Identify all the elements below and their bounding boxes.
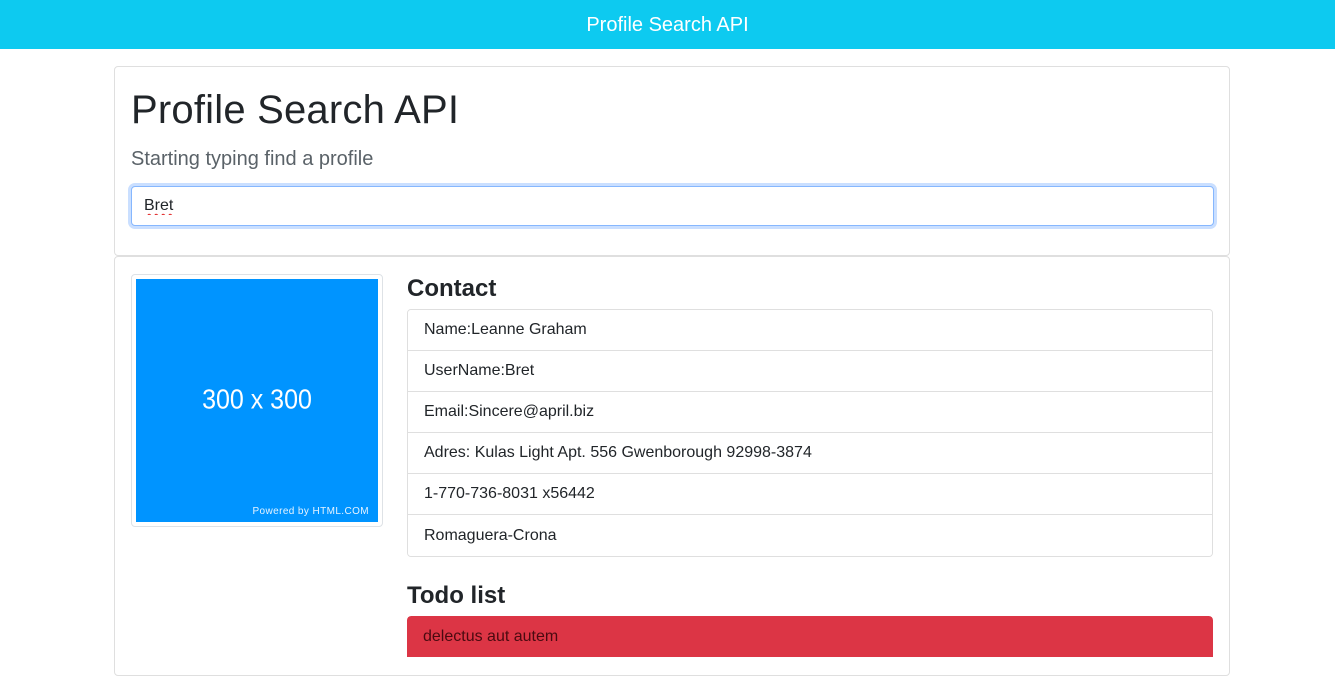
avatar-placeholder-image: 300 x 300 Powered by HTML.COM (136, 279, 378, 522)
profile-details: Contact Name:Leanne Graham UserName:Bret… (407, 275, 1213, 657)
page-title: Profile Search API (131, 88, 460, 132)
contact-phone: 1-770-736-8031 x56442 (408, 474, 1212, 515)
search-card: Profile Search API Starting typing find … (114, 66, 1230, 256)
todo-item: delectus aut autem (407, 616, 1213, 657)
contact-name: Name:Leanne Graham (408, 310, 1212, 351)
contact-address: Adres: Kulas Light Apt. 556 Gwenborough … (408, 433, 1212, 474)
avatar: 300 x 300 Powered by HTML.COM (131, 274, 383, 527)
profile-card: 300 x 300 Powered by HTML.COM Contact Na… (114, 256, 1230, 676)
contact-username: UserName:Bret (408, 351, 1212, 392)
avatar-powered-by-text: Powered by HTML.COM (252, 506, 369, 517)
contact-list: Name:Leanne Graham UserName:Bret Email:S… (407, 309, 1213, 557)
navbar: Profile Search API (0, 0, 1335, 49)
avatar-dimensions-text: 300 x 300 (202, 384, 312, 416)
page-subtitle: Starting typing find a profile (131, 148, 374, 170)
todo-list: delectus aut autem (407, 616, 1213, 657)
navbar-brand[interactable]: Profile Search API (586, 15, 748, 35)
contact-email: Email:Sincere@april.biz (408, 392, 1212, 433)
contact-company: Romaguera-Crona (408, 515, 1212, 556)
contact-heading: Contact (407, 275, 497, 302)
search-input[interactable] (131, 186, 1214, 226)
todo-heading: Todo list (407, 582, 506, 609)
